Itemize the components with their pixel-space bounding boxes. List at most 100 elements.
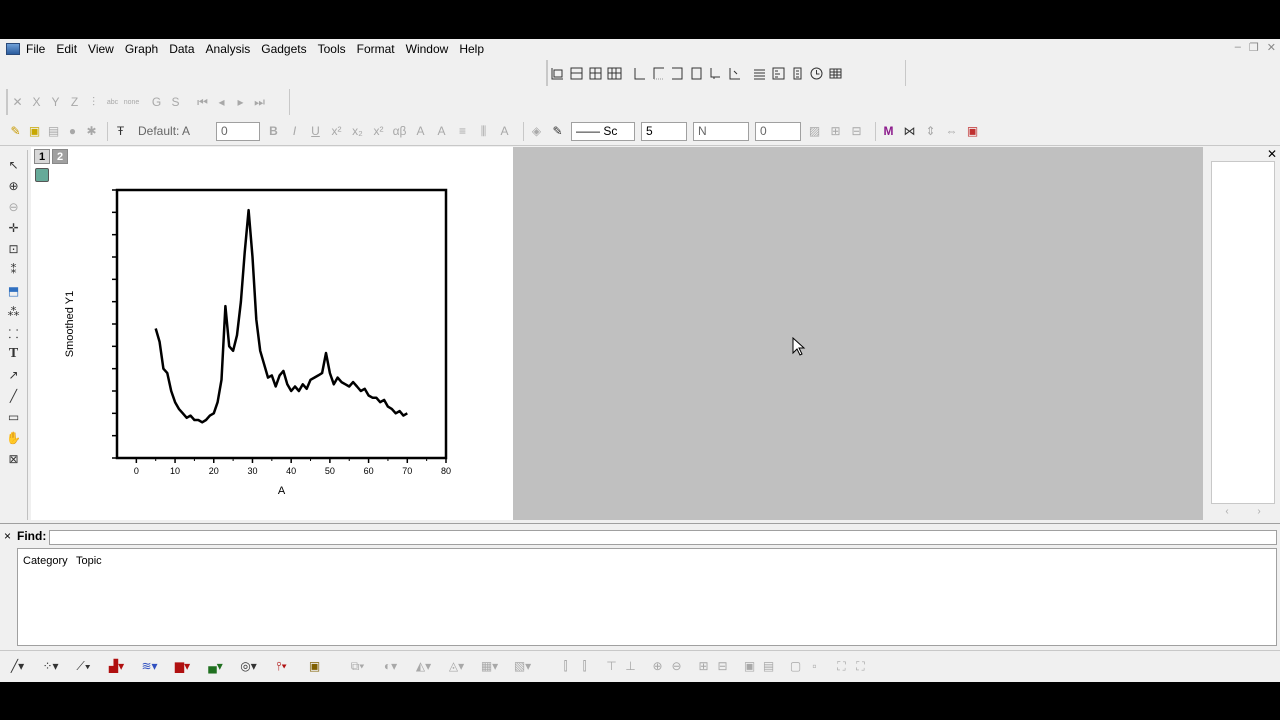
minimize-button[interactable]: – <box>1235 41 1241 54</box>
next-icon[interactable]: ▸ <box>231 93 250 112</box>
supersubscript-icon[interactable]: x² <box>369 122 388 141</box>
axis-break-icon[interactable] <box>725 64 744 83</box>
rescale-icon[interactable] <box>548 64 567 83</box>
save-icon[interactable]: ▤ <box>44 122 63 141</box>
line-plot-icon[interactable]: ╱▾ <box>8 657 27 676</box>
menu-file[interactable]: File <box>26 42 45 56</box>
layer-info-icon[interactable] <box>788 64 807 83</box>
menu-help[interactable]: Help <box>459 42 484 56</box>
object-order-icon[interactable]: ◐▾ <box>381 657 400 676</box>
increase-font-icon[interactable]: A <box>411 122 430 141</box>
text-tool-icon[interactable]: T <box>3 345 25 363</box>
pin-icon[interactable]: ● <box>63 122 82 141</box>
template-icon[interactable]: ▣ <box>305 657 324 676</box>
insert-graph-icon[interactable]: ⊠ <box>3 450 25 468</box>
lock-toolbar-icon[interactable]: ▣ <box>963 122 982 141</box>
zoom-out-icon[interactable]: ⊖ <box>3 198 25 216</box>
screen-reader-icon[interactable]: ✛ <box>3 219 25 237</box>
line-color-icon[interactable]: ✎ <box>548 122 567 141</box>
same-width-icon[interactable]: ▣ <box>740 657 759 676</box>
color-scale-icon[interactable] <box>769 64 788 83</box>
group-icon[interactable]: ⧉▾ <box>348 657 367 676</box>
menu-graph[interactable]: Graph <box>125 42 158 56</box>
zoom-in-icon[interactable]: ⊕ <box>3 177 25 195</box>
split-icon[interactable]: ⋈ <box>900 122 919 141</box>
align-right-icon[interactable]: ⫿ <box>575 657 594 676</box>
italic-icon[interactable]: I <box>285 122 304 141</box>
line-symbol-plot-icon[interactable]: ⟋▾ <box>74 657 93 676</box>
menu-gadgets[interactable]: Gadgets <box>261 42 306 56</box>
grid-icon[interactable]: ⊟ <box>847 122 866 141</box>
font-color-icon[interactable]: A <box>495 122 514 141</box>
pattern-value-select[interactable]: 0 <box>755 121 801 141</box>
align-top-icon[interactable]: ⊤ <box>602 657 621 676</box>
line-style-select[interactable]: —— Sc <box>571 121 635 141</box>
stat-plot-icon[interactable]: ⫯▾ <box>272 657 291 676</box>
rectangle-tool-icon[interactable]: ▭ <box>3 408 25 426</box>
first-icon[interactable]: ⏮ <box>193 93 212 112</box>
table-icon[interactable] <box>826 64 845 83</box>
greek-icon[interactable]: αβ <box>390 122 409 141</box>
font-name-select[interactable]: Default: A <box>134 122 210 141</box>
set-y-button[interactable]: Y <box>46 93 65 112</box>
menu-data[interactable]: Data <box>169 42 194 56</box>
layer-merge-icon[interactable] <box>605 64 624 83</box>
legend-icon[interactable] <box>750 64 769 83</box>
data-selector-icon[interactable]: ⬒ <box>3 282 25 300</box>
axis-right-icon[interactable] <box>668 64 687 83</box>
align-bottom-icon[interactable]: ⊥ <box>621 657 640 676</box>
topic-tab[interactable]: Topic <box>76 555 102 567</box>
arrow-tool-icon[interactable]: ↗ <box>3 366 25 384</box>
layer-grid-icon[interactable] <box>586 64 605 83</box>
restore-button[interactable]: ❐ <box>1249 41 1259 54</box>
histogram-icon[interactable]: ▆▾ <box>173 657 192 676</box>
column-plot-icon[interactable]: ▟▾ <box>107 657 126 676</box>
menu-tools[interactable]: Tools <box>318 42 346 56</box>
data-reader-icon[interactable]: ⁑ <box>3 261 25 279</box>
open-icon[interactable]: ▣ <box>25 122 44 141</box>
menu-view[interactable]: View <box>88 42 114 56</box>
set-z-button[interactable]: Z <box>65 93 84 112</box>
draw-data-icon[interactable]: ⸬ <box>3 324 25 342</box>
scale-icon[interactable]: ⊡ <box>3 240 25 258</box>
bold-icon[interactable]: B <box>264 122 283 141</box>
settings-icon[interactable]: ✱ <box>82 122 101 141</box>
panel-close-icon[interactable]: ✕ <box>1267 147 1277 161</box>
align-center-icon[interactable]: ⊕ <box>648 657 667 676</box>
find-input[interactable] <box>49 530 1277 545</box>
font-size-select[interactable]: 0 <box>216 121 260 141</box>
axis-bottom-left-icon[interactable] <box>630 64 649 83</box>
distribute-h-icon[interactable]: ⊞ <box>694 657 713 676</box>
category-tab[interactable]: Category <box>23 555 68 567</box>
fit-icon[interactable]: ▫ <box>805 657 824 676</box>
set-subject-button[interactable]: S <box>166 93 185 112</box>
border-icon[interactable]: ⊞ <box>826 122 845 141</box>
line-width-select[interactable]: 5 <box>641 121 687 141</box>
menu-analysis[interactable]: Analysis <box>206 42 251 56</box>
graph-page[interactable]: 1 2 0 10 20 30 40 50 60 70 80 A Smoothed Y1 <box>31 147 513 520</box>
object-list[interactable] <box>1211 161 1275 504</box>
region-icon[interactable]: ⁂ <box>3 303 25 321</box>
back-icon[interactable]: ◬▾ <box>447 657 466 676</box>
line-chart[interactable]: 0 10 20 30 40 50 60 70 80 A Smoothed Y1 <box>31 147 513 520</box>
axis-offset-icon[interactable] <box>706 64 725 83</box>
pointer-icon[interactable]: ↖ <box>3 156 25 174</box>
merge-icon[interactable]: M <box>879 122 898 141</box>
columns-icon[interactable]: ⫼ <box>474 122 493 141</box>
axis-top-left-icon[interactable] <box>649 64 668 83</box>
grid-align-icon[interactable]: ▦▾ <box>480 657 499 676</box>
subscript-icon[interactable]: x₂ <box>348 122 367 141</box>
frame-icon[interactable]: ⛶ <box>832 657 851 676</box>
multi-curve-icon[interactable]: ≋▾ <box>140 657 159 676</box>
collapse-icon[interactable]: ⇔ <box>942 122 961 141</box>
disregard-icon[interactable]: none <box>122 93 141 112</box>
same-height-icon[interactable]: ▤ <box>759 657 778 676</box>
same-size-icon[interactable]: ▢ <box>786 657 805 676</box>
y-error-icon[interactable]: ⫶ <box>84 93 103 112</box>
x-error-icon[interactable]: ✕ <box>8 93 27 112</box>
close-button[interactable]: ✕ <box>1267 41 1276 54</box>
contour-icon[interactable]: ◎▾ <box>239 657 258 676</box>
hatch-icon[interactable]: ▨ <box>805 122 824 141</box>
layer-layout-icon[interactable] <box>567 64 586 83</box>
axis-box-icon[interactable] <box>687 64 706 83</box>
